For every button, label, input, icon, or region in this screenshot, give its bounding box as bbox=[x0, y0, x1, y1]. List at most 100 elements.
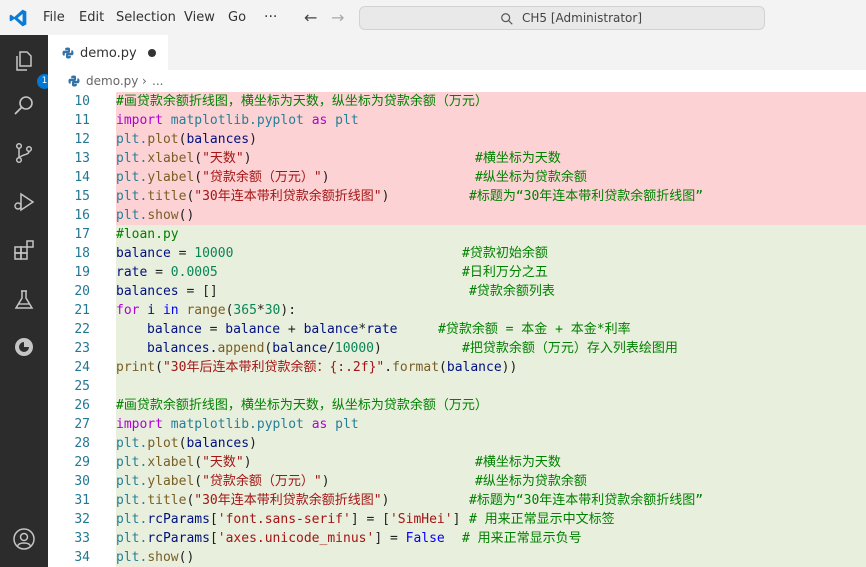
inserted-line-highlight bbox=[116, 225, 866, 244]
line-number: 34 bbox=[74, 550, 90, 565]
line-number: 10 bbox=[74, 94, 90, 109]
code-text: plt.xlabel("天数") bbox=[116, 455, 252, 470]
command-center-label: CH5 [Administrator] bbox=[522, 11, 643, 25]
code-line: 28 plt.plot(balances) bbox=[48, 434, 866, 453]
search-view-icon[interactable] bbox=[12, 94, 36, 118]
code-comment: #画贷款余额折线图，横坐标为天数，纵坐标为贷款余额（万元） bbox=[116, 94, 488, 109]
breadcrumb-symbols[interactable]: ... bbox=[152, 70, 163, 92]
line-number: 24 bbox=[74, 360, 90, 375]
code-comment: #横坐标为天数 bbox=[475, 151, 561, 166]
line-number: 27 bbox=[74, 417, 90, 432]
code-text: balances.append(balance/10000) bbox=[147, 341, 382, 356]
code-text: plt.ylabel("贷款余额（万元）") bbox=[116, 474, 330, 489]
code-line: 11 import matplotlib.pyplot as plt bbox=[48, 111, 866, 130]
menu-more[interactable]: ··· bbox=[264, 0, 277, 35]
extensions-icon[interactable] bbox=[12, 238, 36, 262]
line-number: 15 bbox=[74, 189, 90, 204]
back-arrow-icon[interactable]: ← bbox=[304, 0, 317, 35]
code-line: 19 rate = 0.0005 #日利万分之五 bbox=[48, 263, 866, 282]
code-line: 18 balance = 10000 #贷款初始余额 bbox=[48, 244, 866, 263]
explorer-icon[interactable]: 1 bbox=[12, 49, 52, 89]
code-line: 33 plt.rcParams['axes.unicode_minus'] = … bbox=[48, 529, 866, 548]
breadcrumb-separator: › bbox=[142, 74, 147, 88]
run-debug-icon[interactable] bbox=[12, 190, 36, 214]
inserted-line-highlight bbox=[116, 548, 866, 567]
code-comment: #纵坐标为贷款余额 bbox=[475, 170, 587, 185]
command-center[interactable]: CH5 [Administrator] bbox=[359, 6, 765, 30]
code-comment: #loan.py bbox=[116, 227, 179, 242]
line-number: 11 bbox=[74, 113, 90, 128]
line-number: 22 bbox=[74, 322, 90, 337]
code-text: plt.rcParams['font.sans-serif'] = ['SimH… bbox=[116, 512, 461, 527]
code-line: 30 plt.ylabel("贷款余额（万元）") #纵坐标为贷款余额 bbox=[48, 472, 866, 491]
menu-edit[interactable]: Edit bbox=[79, 0, 104, 35]
code-comment: #把贷款余额（万元）存入列表绘图用 bbox=[462, 341, 678, 356]
line-number: 20 bbox=[74, 284, 90, 299]
source-control-icon[interactable] bbox=[12, 141, 36, 165]
code-line: 12 plt.plot(balances) bbox=[48, 130, 866, 149]
line-number: 29 bbox=[74, 455, 90, 470]
editor-tab-bar: demo.py bbox=[48, 35, 866, 71]
inserted-line-highlight bbox=[116, 377, 866, 396]
code-text: import matplotlib.pyplot as plt bbox=[116, 113, 359, 128]
code-line: 27 import matplotlib.pyplot as plt bbox=[48, 415, 866, 434]
line-number: 14 bbox=[74, 170, 90, 185]
code-line: 15 plt.title("30年连本带利贷款余额折线图") #标题为“30年连… bbox=[48, 187, 866, 206]
search-icon bbox=[501, 13, 513, 25]
code-line: 31 plt.title("30年连本带利贷款余额折线图") #标题为“30年连… bbox=[48, 491, 866, 510]
line-number: 28 bbox=[74, 436, 90, 451]
code-line: 14 plt.ylabel("贷款余额（万元）") #纵坐标为贷款余额 bbox=[48, 168, 866, 187]
code-text: plt.xlabel("天数") bbox=[116, 151, 252, 166]
code-text: for i in range(365*30): bbox=[116, 303, 297, 318]
activity-bar: 1 bbox=[0, 35, 52, 567]
code-text: plt.ylabel("贷款余额（万元）") bbox=[116, 170, 330, 185]
code-editor[interactable]: 10 #画贷款余额折线图，横坐标为天数，纵坐标为贷款余额（万元） 11 impo… bbox=[48, 92, 866, 567]
code-line: 10 #画贷款余额折线图，横坐标为天数，纵坐标为贷款余额（万元） bbox=[48, 92, 866, 111]
line-number: 23 bbox=[74, 341, 90, 356]
menu-selection[interactable]: Selection bbox=[116, 0, 176, 35]
menu-file[interactable]: File bbox=[43, 0, 65, 35]
code-line: 13 plt.xlabel("天数") #横坐标为天数 bbox=[48, 149, 866, 168]
python-file-icon bbox=[68, 75, 80, 87]
code-text: balances = [] bbox=[116, 284, 218, 299]
code-line: 17 #loan.py bbox=[48, 225, 866, 244]
code-line: 29 plt.xlabel("天数") #横坐标为天数 bbox=[48, 453, 866, 472]
forward-arrow-icon[interactable]: → bbox=[331, 0, 344, 35]
code-text: plt.rcParams['axes.unicode_minus'] = Fal… bbox=[116, 531, 445, 546]
code-line: 16 plt.show() bbox=[48, 206, 866, 225]
code-comment: #画贷款余额折线图，横坐标为天数，纵坐标为贷款余额（万元） bbox=[116, 398, 488, 413]
line-number: 31 bbox=[74, 493, 90, 508]
account-icon[interactable] bbox=[12, 527, 36, 551]
line-number: 17 bbox=[74, 227, 90, 242]
tab-demo-py[interactable]: demo.py bbox=[48, 35, 168, 71]
code-line: 22 balance = balance + balance*rate #贷款余… bbox=[48, 320, 866, 339]
code-line: 32 plt.rcParams['font.sans-serif'] = ['S… bbox=[48, 510, 866, 529]
code-text: plt.plot(balances) bbox=[116, 436, 257, 451]
code-line: 24 print("30年后连本带利贷款余额：{:.2f}".format(ba… bbox=[48, 358, 866, 377]
code-text: print("30年后连本带利贷款余额：{:.2f}".format(balan… bbox=[116, 360, 518, 375]
code-line: 26 #画贷款余额折线图，横坐标为天数，纵坐标为贷款余额（万元） bbox=[48, 396, 866, 415]
line-number: 18 bbox=[74, 246, 90, 261]
line-number: 12 bbox=[74, 132, 90, 147]
code-text: balance = 10000 bbox=[116, 246, 234, 261]
code-text: plt.show() bbox=[116, 208, 195, 223]
line-number: 21 bbox=[74, 303, 90, 318]
deleted-line-highlight bbox=[116, 206, 866, 225]
line-number: 19 bbox=[74, 265, 90, 280]
tab-label: demo.py bbox=[80, 46, 137, 61]
code-comment: #纵坐标为贷款余额 bbox=[475, 474, 587, 489]
code-comment: #贷款余额 = 本金 + 本金*利率 bbox=[438, 322, 631, 337]
remote-explorer-icon[interactable] bbox=[12, 335, 36, 359]
breadcrumb-file[interactable]: demo.py bbox=[86, 70, 138, 92]
unsaved-dot-icon[interactable] bbox=[148, 49, 156, 57]
code-line: 23 balances.append(balance/10000) #把贷款余额… bbox=[48, 339, 866, 358]
python-file-icon bbox=[62, 47, 74, 59]
code-text: plt.title("30年连本带利贷款余额折线图") bbox=[116, 493, 390, 508]
code-text: plt.title("30年连本带利贷款余额折线图") bbox=[116, 189, 390, 204]
menu-view[interactable]: View bbox=[184, 0, 215, 35]
menu-go[interactable]: Go bbox=[228, 0, 246, 35]
code-comment: # 用来正常显示中文标签 bbox=[469, 512, 615, 527]
testing-flask-icon[interactable] bbox=[12, 288, 36, 312]
vscode-logo-icon bbox=[9, 9, 27, 27]
code-text: balance = balance + balance*rate bbox=[147, 322, 398, 337]
